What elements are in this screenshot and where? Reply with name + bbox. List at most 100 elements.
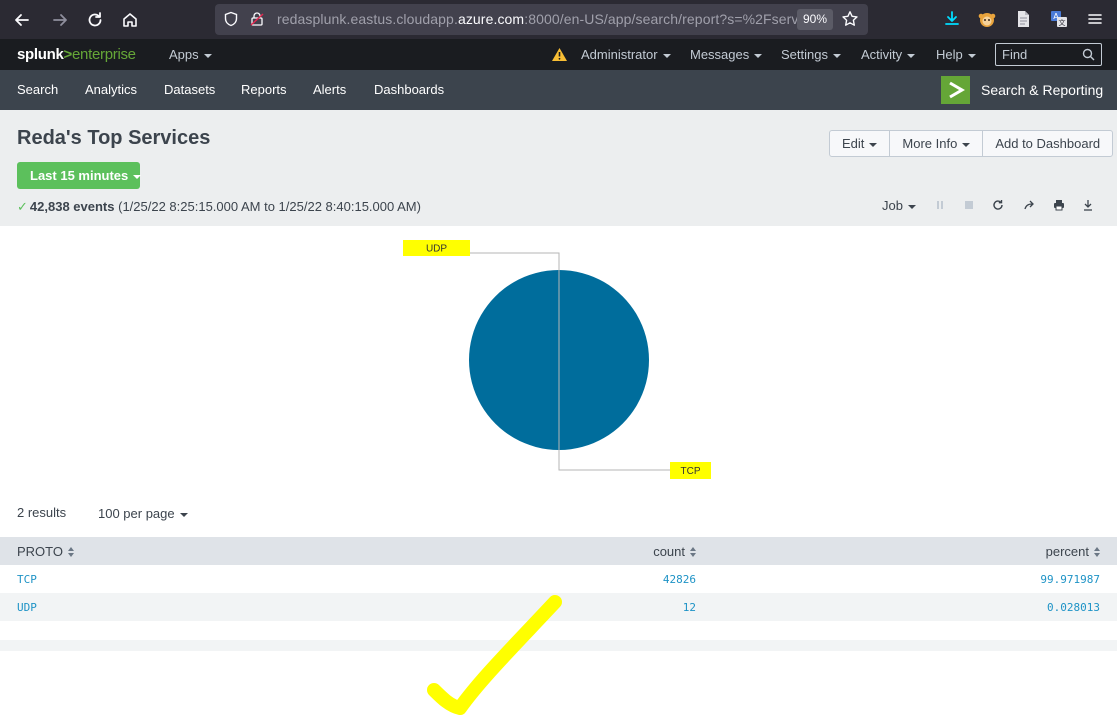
translate-extension-icon[interactable]: A文 — [1049, 9, 1069, 29]
slice-label-tcp[interactable]: TCP — [681, 466, 701, 477]
document-extension-icon[interactable] — [1013, 9, 1033, 29]
more-info-button[interactable]: More Info — [890, 131, 984, 156]
insecure-lock-icon[interactable] — [249, 11, 265, 27]
report-actions: Edit More Info Add to Dashboard — [829, 130, 1114, 157]
add-to-dashboard-button[interactable]: Add to Dashboard — [983, 131, 1112, 156]
url-suffix: :8000/en-US/app/search/report?s=%2Fservi… — [524, 11, 797, 27]
apps-menu[interactable]: Apps — [169, 47, 212, 62]
back-arrow-icon[interactable] — [10, 8, 34, 32]
column-header-percent[interactable]: percent — [713, 537, 1117, 565]
settings-label: Settings — [781, 47, 828, 62]
chevron-down-icon — [967, 53, 976, 58]
splunk-logo[interactable]: splunk>enterprise — [17, 46, 136, 63]
logo-chevron-text: > — [63, 46, 73, 63]
per-page-dropdown[interactable]: 100 per page — [98, 506, 188, 521]
table-row: TCP 42826 99.971987 — [0, 565, 1117, 593]
column-header-proto[interactable]: PROTO — [0, 537, 340, 565]
results-count: 2 results — [17, 505, 67, 520]
chevron-down-icon — [179, 512, 188, 517]
warning-icon[interactable] — [551, 47, 568, 62]
table-header-row: PROTO count percent — [0, 537, 1117, 565]
sort-icon[interactable] — [68, 547, 74, 558]
hamburger-menu-icon[interactable] — [1085, 9, 1105, 29]
nav-datasets[interactable]: Datasets — [164, 82, 215, 97]
cell-percent[interactable]: 99.971987 — [713, 565, 1117, 593]
cell-proto[interactable]: UDP — [0, 593, 340, 621]
results-table: PROTO count percent TCP 42826 99.971987 … — [0, 537, 1117, 621]
bookmark-star-icon[interactable] — [841, 10, 859, 28]
print-icon[interactable] — [1052, 198, 1066, 212]
help-menu[interactable]: Help — [936, 47, 976, 62]
column-header-count[interactable]: count — [340, 537, 713, 565]
messages-label: Messages — [690, 47, 750, 62]
pause-icon[interactable] — [933, 198, 947, 212]
search-icon[interactable] — [1082, 48, 1095, 61]
job-label: Job — [882, 198, 903, 213]
home-icon[interactable] — [118, 8, 142, 32]
export-icon[interactable] — [1081, 198, 1095, 212]
app-title[interactable]: Search & Reporting — [981, 82, 1103, 98]
stop-icon[interactable] — [962, 198, 976, 212]
find-input[interactable] — [1002, 47, 1082, 62]
nav-reports[interactable]: Reports — [241, 82, 287, 97]
column-label: count — [653, 543, 685, 559]
slice-label-udp[interactable]: UDP — [426, 244, 447, 255]
splunk-system-bar: splunk>enterprise Apps Administrator Mes… — [0, 39, 1117, 70]
tracking-shield-icon[interactable] — [223, 11, 239, 27]
downloads-icon[interactable] — [942, 9, 962, 29]
more-info-label: More Info — [902, 136, 958, 151]
app-nav-bar: Search Analytics Datasets Reports Alerts… — [0, 70, 1117, 110]
browser-toolbar: redasplunk.eastus.cloudapp.azure.com:800… — [0, 0, 1117, 39]
nav-search[interactable]: Search — [17, 82, 58, 97]
activity-menu[interactable]: Activity — [861, 47, 916, 62]
logo-splunk-text: splunk — [17, 46, 64, 63]
chevron-down-icon — [907, 204, 916, 209]
events-range: (1/25/22 8:25:15.000 AM to 1/25/22 8:40:… — [118, 199, 421, 214]
help-label: Help — [936, 47, 963, 62]
job-menu[interactable]: Job — [882, 198, 916, 213]
url-prefix: redasplunk.eastus.cloudapp. — [277, 11, 458, 27]
chevron-down-icon — [662, 53, 671, 58]
administrator-menu[interactable]: Administrator — [581, 47, 671, 62]
sort-icon[interactable] — [1094, 547, 1100, 558]
events-summary: ✓ 42,838 events (1/25/22 8:25:15.000 AM t… — [17, 199, 421, 215]
chevron-down-icon — [907, 53, 916, 58]
column-label: percent — [1045, 543, 1089, 559]
nav-analytics[interactable]: Analytics — [85, 82, 137, 97]
nav-dashboards[interactable]: Dashboards — [374, 82, 444, 97]
pie-chart: TCP UDP — [0, 226, 1117, 490]
page-title: Reda's Top Services — [17, 127, 211, 149]
chevron-down-icon — [869, 142, 878, 147]
url-bar[interactable]: redasplunk.eastus.cloudapp.azure.com:800… — [215, 4, 868, 35]
check-icon: ✓ — [17, 199, 28, 214]
logo-enterprise-text: enterprise — [72, 46, 136, 63]
time-range-label: Last 15 minutes — [30, 168, 129, 183]
cell-percent[interactable]: 0.028013 — [713, 593, 1117, 621]
administrator-label: Administrator — [581, 47, 658, 62]
cell-count[interactable]: 42826 — [340, 565, 713, 593]
reload-icon[interactable] — [991, 198, 1005, 212]
monkey-extension-icon[interactable] — [977, 9, 997, 29]
pie-chart-svg: TCP UDP — [403, 240, 711, 479]
messages-menu[interactable]: Messages — [690, 47, 763, 62]
cell-count[interactable]: 12 — [340, 593, 713, 621]
find-field[interactable] — [995, 43, 1102, 66]
share-icon[interactable] — [1022, 198, 1036, 212]
sort-icon[interactable] — [690, 547, 696, 558]
apps-menu-label: Apps — [169, 47, 199, 62]
chevron-down-icon — [754, 53, 763, 58]
chevron-down-icon — [962, 142, 971, 147]
edit-button[interactable]: Edit — [830, 131, 891, 156]
table-footer — [0, 640, 1117, 651]
reload-icon[interactable] — [83, 8, 107, 32]
app-logo-icon[interactable] — [941, 76, 970, 104]
zoom-badge[interactable]: 90% — [797, 9, 834, 30]
chevron-down-icon — [832, 53, 841, 58]
cell-proto[interactable]: TCP — [0, 565, 340, 593]
chevron-down-icon — [133, 174, 142, 179]
forward-arrow-icon[interactable] — [48, 8, 72, 32]
time-range-picker[interactable]: Last 15 minutes — [17, 162, 142, 189]
url-text[interactable]: redasplunk.eastus.cloudapp.azure.com:800… — [277, 11, 797, 27]
settings-menu[interactable]: Settings — [781, 47, 841, 62]
nav-alerts[interactable]: Alerts — [313, 82, 346, 97]
